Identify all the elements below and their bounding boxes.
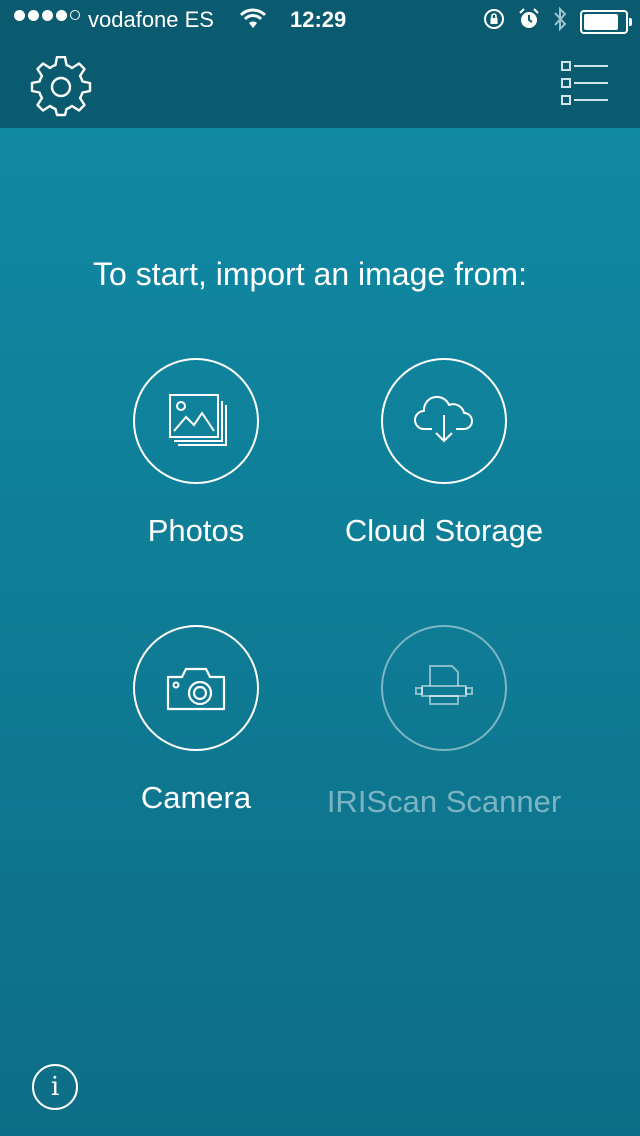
signal-strength-icon bbox=[14, 10, 80, 21]
document-list-button[interactable] bbox=[560, 60, 610, 108]
cloud-download-icon bbox=[414, 395, 473, 443]
bluetooth-icon bbox=[552, 6, 568, 38]
cloud-storage-button[interactable] bbox=[381, 358, 507, 484]
photos-option[interactable]: Photos bbox=[76, 358, 316, 550]
checklist-icon bbox=[561, 61, 608, 105]
carrier-name: vodafone ES bbox=[88, 7, 214, 32]
import-instruction: To start, import an image from: bbox=[93, 256, 527, 292]
gear-icon bbox=[30, 55, 92, 117]
info-button[interactable]: i bbox=[32, 1064, 78, 1110]
iriscan-scanner-option[interactable]: IRIScan Scanner bbox=[324, 625, 564, 821]
photos-button[interactable] bbox=[133, 358, 259, 484]
status-bar: vodafone ES 12:29 bbox=[0, 0, 640, 40]
cloud-storage-option[interactable]: Cloud Storage bbox=[324, 358, 564, 550]
iriscan-scanner-label: IRIScan Scanner bbox=[326, 784, 562, 819]
scanner-icon bbox=[415, 665, 473, 705]
wifi-icon bbox=[239, 8, 267, 36]
camera-button[interactable] bbox=[133, 625, 259, 751]
iriscan-scanner-button[interactable] bbox=[381, 625, 507, 751]
status-time: 12:29 bbox=[290, 7, 347, 32]
cloud-storage-label: Cloud Storage bbox=[344, 513, 544, 548]
camera-icon bbox=[166, 667, 226, 711]
settings-button[interactable] bbox=[30, 55, 92, 118]
alarm-icon bbox=[518, 8, 540, 36]
camera-option[interactable]: Camera bbox=[76, 625, 316, 817]
camera-label: Camera bbox=[140, 780, 252, 815]
photos-label: Photos bbox=[147, 513, 245, 548]
rotation-lock-icon bbox=[482, 7, 506, 37]
battery-icon bbox=[580, 10, 632, 34]
photos-icon bbox=[169, 394, 227, 446]
info-icon: i bbox=[50, 1072, 60, 1102]
